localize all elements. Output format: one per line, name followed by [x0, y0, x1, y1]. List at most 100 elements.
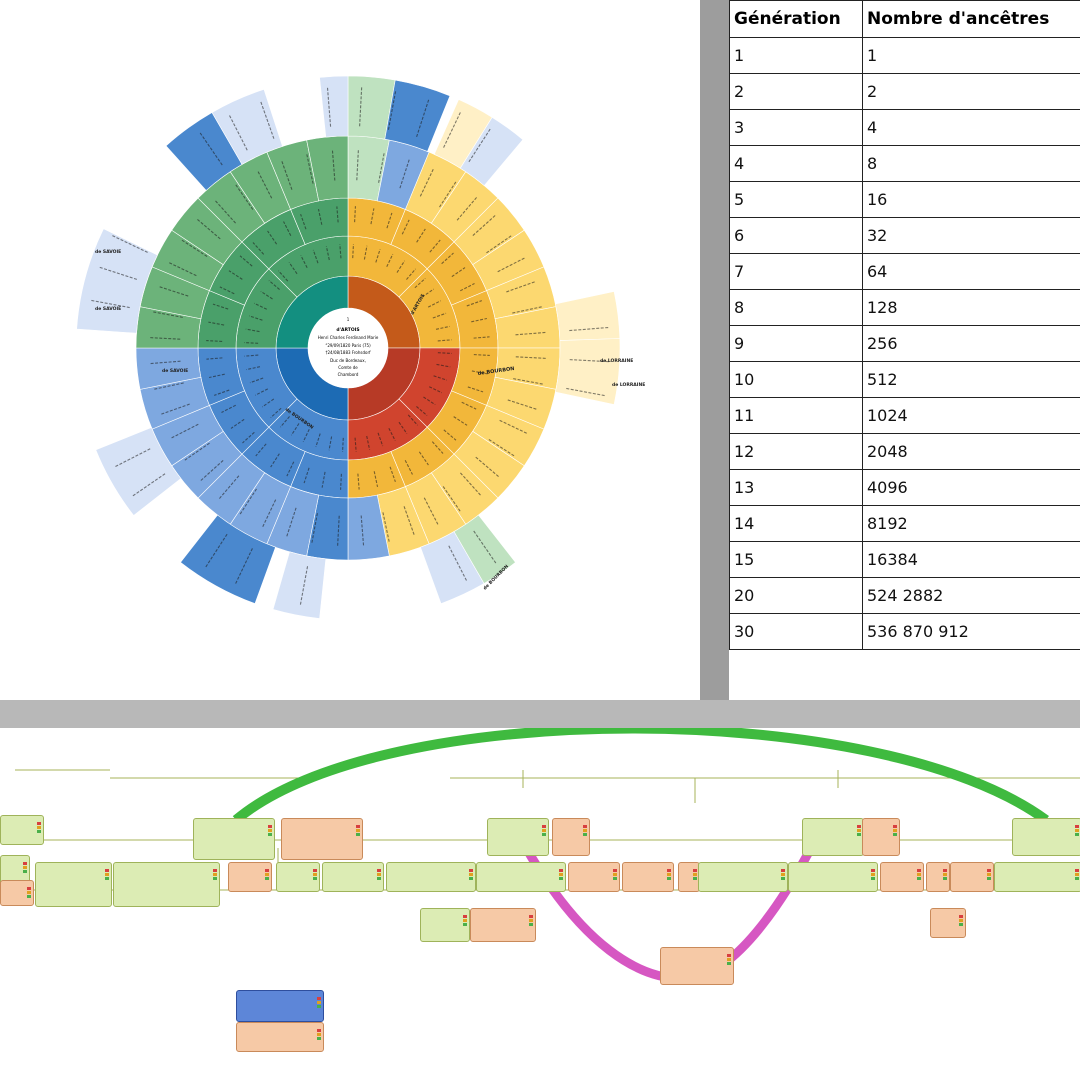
horizontal-separator [0, 700, 1080, 728]
table-row: 22 [729, 73, 1080, 110]
table-row: 10 512 [729, 361, 1080, 398]
tree-person-box[interactable] [193, 818, 275, 860]
source-marker [213, 873, 217, 876]
source-marker [265, 869, 269, 872]
table-row: 11 [729, 37, 1080, 74]
source-markers [917, 869, 921, 881]
source-marker [1075, 825, 1079, 828]
source-marker [317, 1029, 321, 1032]
source-marker [1075, 877, 1079, 880]
table-row: 14 8192 [729, 505, 1080, 542]
source-marker [857, 833, 861, 836]
tree-person-box[interactable] [660, 947, 734, 985]
source-marker [781, 877, 785, 880]
tree-person-box[interactable] [994, 862, 1080, 892]
header-generation: Génération [729, 0, 863, 38]
table-row: 30 536 870 912 [729, 613, 1080, 650]
source-markers [781, 869, 785, 881]
tree-person-box[interactable] [552, 818, 590, 856]
source-marker [37, 830, 41, 833]
source-marker [37, 826, 41, 829]
source-marker [37, 822, 41, 825]
source-marker [871, 877, 875, 880]
tree-person-box[interactable] [228, 862, 272, 892]
fan-outer-wedge-8[interactable] [272, 551, 327, 619]
source-marker [542, 825, 546, 828]
source-marker [727, 962, 731, 965]
source-markers [693, 869, 697, 881]
source-marker [317, 1033, 321, 1036]
tree-person-box[interactable] [386, 862, 476, 892]
ancestors-cell: 8192 [862, 505, 1080, 542]
tree-person-box[interactable] [862, 818, 900, 856]
tree-person-box[interactable] [276, 862, 320, 892]
source-marker [1075, 829, 1079, 832]
source-marker [317, 1037, 321, 1040]
label-n44: de SAVOIE [95, 249, 121, 255]
tree-person-box[interactable] [236, 1022, 324, 1052]
tree-person-box[interactable] [622, 862, 674, 892]
tree-person-box[interactable] [1012, 818, 1080, 856]
root-family: d'ARTOIS [336, 327, 359, 333]
tree-person-box[interactable] [0, 880, 34, 906]
root-person[interactable]: 1 d'ARTOIS Henri Charles Ferdinand Marie… [308, 308, 388, 388]
source-markers [959, 915, 963, 927]
source-markers [893, 825, 897, 837]
vertical-separator [700, 0, 730, 705]
tree-person-box[interactable] [926, 862, 950, 892]
tree-person-box[interactable] [322, 862, 384, 892]
tree-person-box[interactable] [880, 862, 924, 892]
source-marker [857, 829, 861, 832]
tree-person-box[interactable] [788, 862, 878, 892]
source-marker [377, 877, 381, 880]
table-row: 11 1024 [729, 397, 1080, 434]
source-marker [356, 829, 360, 832]
source-marker [317, 1001, 321, 1004]
source-markers [727, 954, 731, 966]
ancestors-cell: 8 [862, 145, 1080, 182]
fan-outer-wedge-14[interactable] [319, 75, 349, 138]
source-marker [463, 923, 467, 926]
ancestors-cell: 2 [862, 73, 1080, 110]
source-marker [959, 923, 963, 926]
fan-text-line [244, 342, 259, 344]
tree-person-box[interactable] [678, 862, 700, 892]
source-markers [667, 869, 671, 881]
tree-person-box[interactable] [420, 908, 470, 942]
tree-person-box[interactable] [0, 815, 44, 845]
tree-person-box[interactable] [470, 908, 536, 942]
fan-outer-wedge-5[interactable] [555, 338, 621, 405]
source-marker [1075, 873, 1079, 876]
tree-person-box[interactable] [487, 818, 549, 856]
source-markers [943, 869, 947, 881]
tree-person-box[interactable] [568, 862, 620, 892]
table-row: 8 128 [729, 289, 1080, 326]
fan-text-line [342, 437, 344, 452]
root-title-3: Chambord [338, 372, 359, 377]
tree-person-box[interactable] [930, 908, 966, 938]
tree-person-box[interactable] [236, 990, 324, 1022]
fan-outer-wedge-4[interactable] [555, 291, 621, 341]
root-title-1: Duc de Bordeaux, [330, 358, 366, 363]
source-marker [529, 919, 533, 922]
source-marker [559, 877, 563, 880]
source-marker [667, 869, 671, 872]
source-marker [943, 869, 947, 872]
tree-person-box[interactable] [698, 862, 788, 892]
source-marker [23, 870, 27, 873]
source-marker [667, 873, 671, 876]
source-markers [317, 997, 321, 1009]
source-marker [529, 923, 533, 926]
tree-person-box[interactable] [113, 862, 220, 907]
source-markers [265, 869, 269, 881]
table-row: 34 [729, 109, 1080, 146]
tree-person-box[interactable] [35, 862, 112, 907]
tree-person-box[interactable] [281, 818, 363, 860]
source-marker [268, 833, 272, 836]
tree-person-box[interactable] [476, 862, 566, 892]
generation-cell: 9 [729, 325, 863, 362]
tree-person-box[interactable] [802, 818, 864, 856]
source-marker [313, 877, 317, 880]
source-marker [268, 825, 272, 828]
tree-person-box[interactable] [950, 862, 994, 892]
